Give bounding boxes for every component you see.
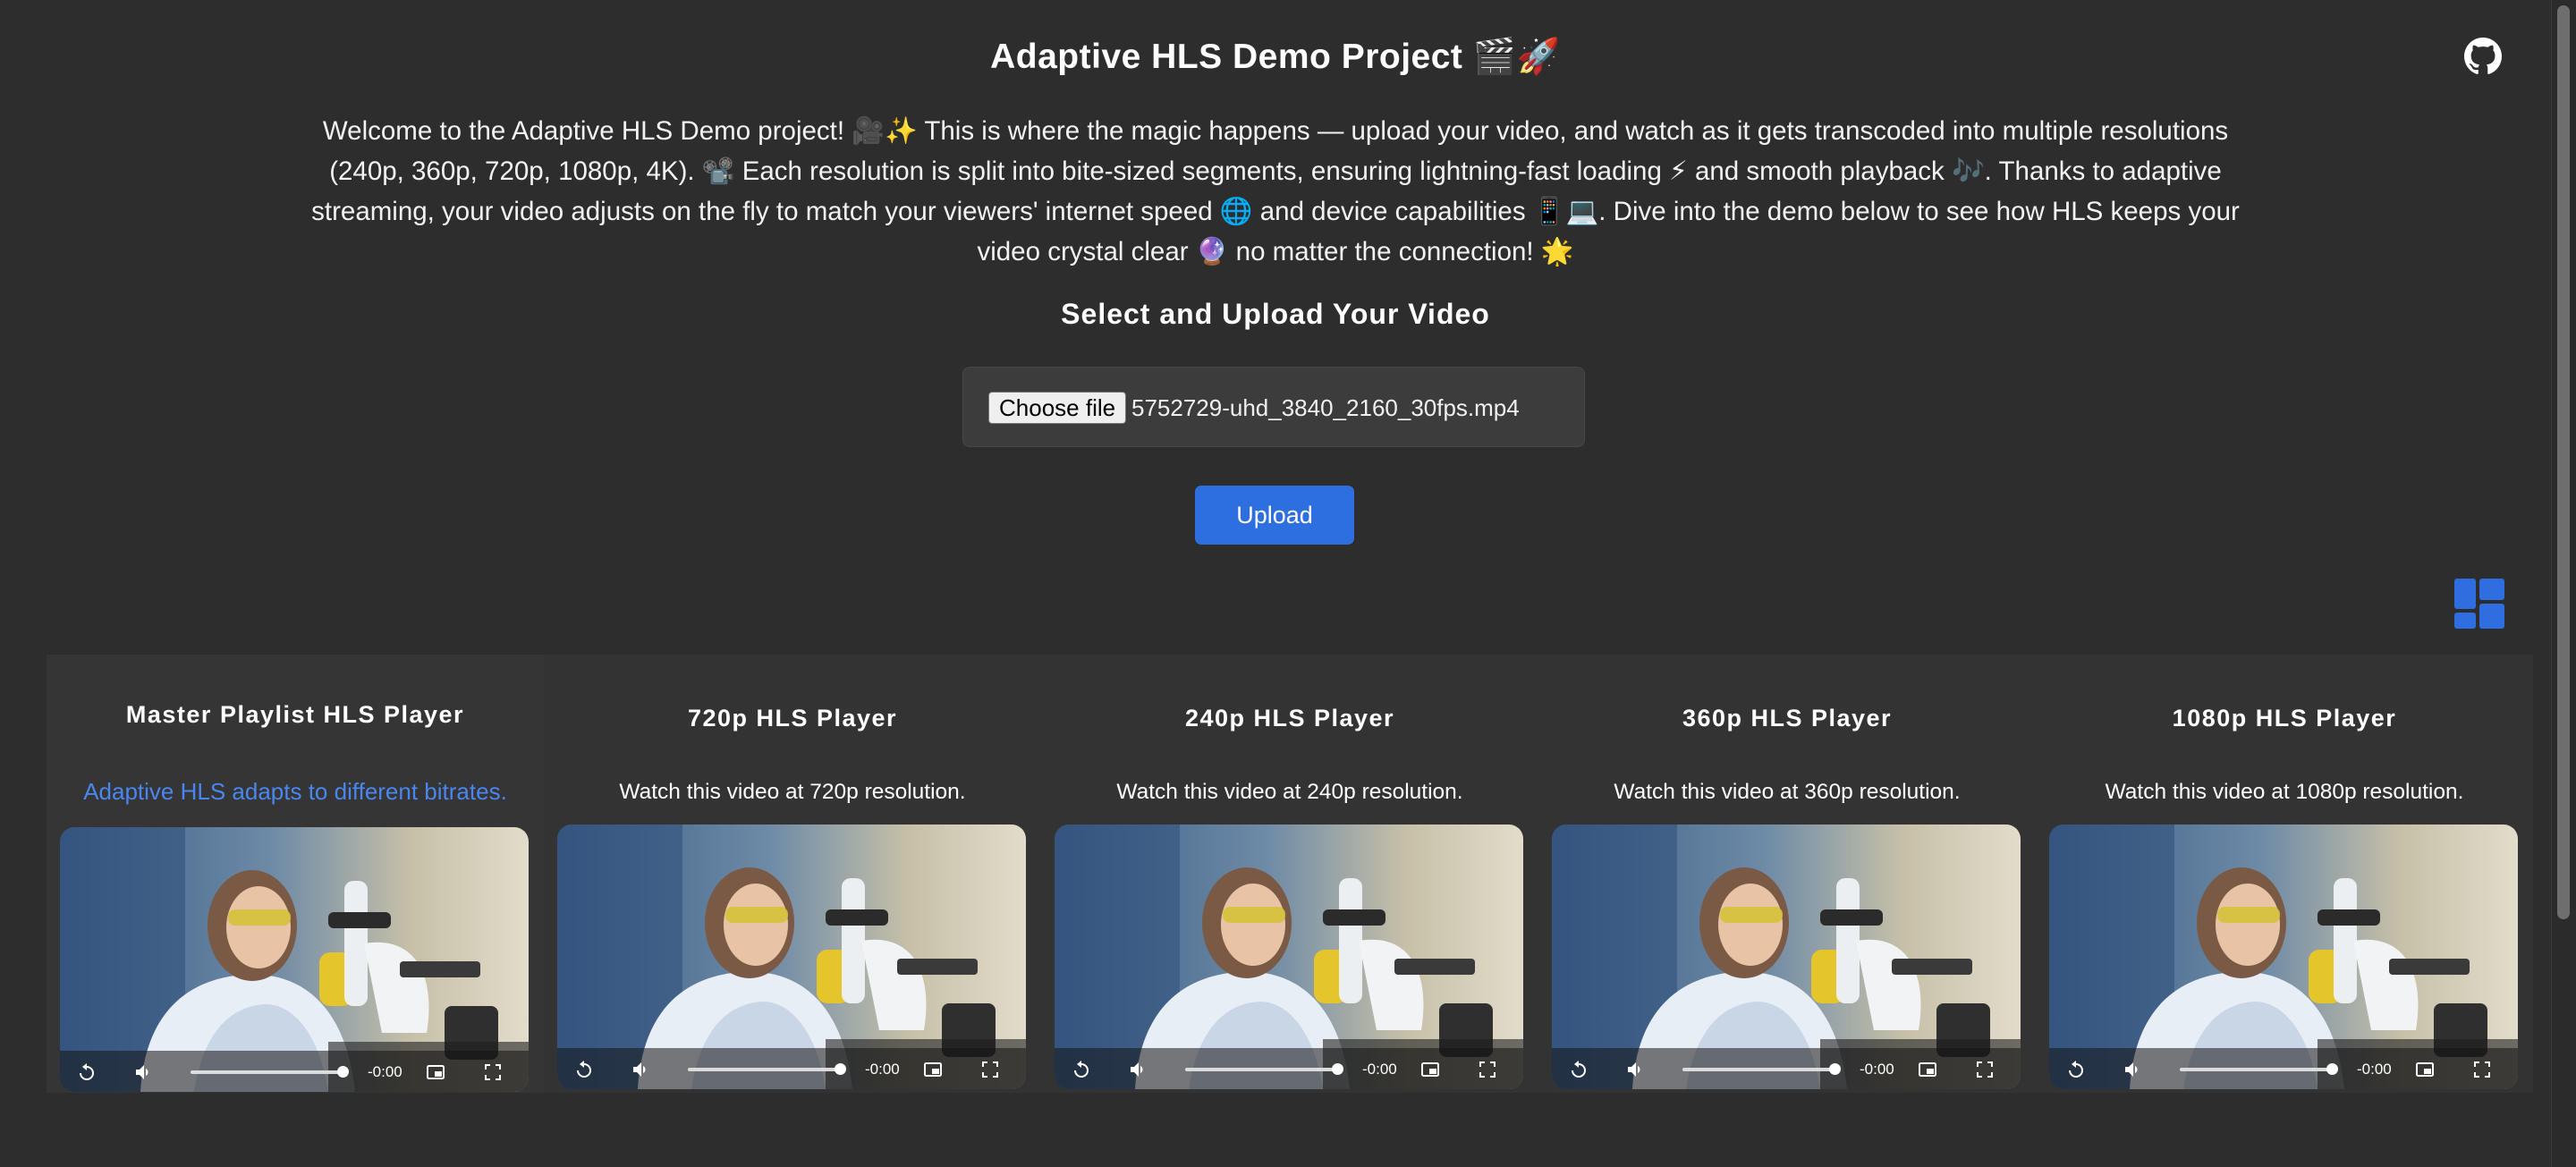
scrollbar[interactable] xyxy=(2551,0,2576,1167)
replay-icon[interactable] xyxy=(1568,1059,1589,1080)
player-panel-5: 1080p HLS Player Watch this video at 108… xyxy=(2036,655,2533,1093)
video-controls: -0:00 xyxy=(1552,1048,2021,1089)
progress-bar[interactable] xyxy=(191,1066,349,1078)
progress-knob[interactable] xyxy=(337,1066,349,1078)
upload-heading: Select and Upload Your Video xyxy=(1061,298,1490,330)
replay-icon[interactable] xyxy=(76,1061,97,1083)
time-remaining: -0:00 xyxy=(1860,1061,1894,1078)
volume-icon[interactable] xyxy=(2123,1059,2144,1080)
time-remaining: -0:00 xyxy=(1362,1061,1397,1078)
picture-in-picture-icon[interactable] xyxy=(1419,1059,1441,1080)
file-input[interactable]: Choose file 5752729-uhd_3840_2160_30fps.… xyxy=(962,367,1585,447)
progress-knob[interactable] xyxy=(1829,1063,1841,1075)
progress-knob[interactable] xyxy=(835,1063,846,1075)
progress-bar[interactable] xyxy=(688,1063,846,1075)
progress-knob[interactable] xyxy=(2326,1063,2338,1075)
player-title: 360p HLS Player xyxy=(1682,705,1893,731)
video-player[interactable]: -0:00 xyxy=(60,827,529,1092)
picture-in-picture-icon[interactable] xyxy=(2414,1059,2436,1080)
player-panel-4: 360p HLS Player Watch this video at 360p… xyxy=(1538,655,2036,1093)
player-title: 720p HLS Player xyxy=(687,705,898,731)
video-player[interactable]: -0:00 xyxy=(2049,825,2518,1089)
scrollbar-thumb[interactable] xyxy=(2557,5,2570,919)
player-description: Watch this video at 360p resolution. xyxy=(1614,780,1961,804)
volume-icon[interactable] xyxy=(1128,1059,1149,1080)
intro-paragraph: Welcome to the Adaptive HLS Demo project… xyxy=(311,116,2240,266)
fullscreen-icon[interactable] xyxy=(1974,1059,1996,1080)
video-player[interactable]: -0:00 xyxy=(1055,825,1523,1089)
player-panel-1: Master Playlist HLS Player Adaptive HLS … xyxy=(47,655,544,1093)
video-player[interactable]: -0:00 xyxy=(1552,825,2021,1089)
volume-icon[interactable] xyxy=(1625,1059,1647,1080)
player-panel-2: 720p HLS Player Watch this video at 720p… xyxy=(544,655,1041,1093)
fullscreen-icon[interactable] xyxy=(2471,1059,2493,1080)
replay-icon[interactable] xyxy=(573,1059,595,1080)
video-controls: -0:00 xyxy=(2049,1048,2518,1089)
replay-icon[interactable] xyxy=(2065,1059,2087,1080)
player-description: Adaptive HLS adapts to different bitrate… xyxy=(83,778,507,805)
time-remaining: -0:00 xyxy=(368,1063,402,1080)
fullscreen-icon[interactable] xyxy=(482,1061,504,1083)
picture-in-picture-icon[interactable] xyxy=(1917,1059,1938,1080)
volume-icon[interactable] xyxy=(133,1061,155,1083)
video-player[interactable]: -0:00 xyxy=(557,825,1026,1089)
picture-in-picture-icon[interactable] xyxy=(922,1059,944,1080)
player-description: Watch this video at 240p resolution. xyxy=(1116,780,1463,804)
progress-bar[interactable] xyxy=(1682,1063,1841,1075)
player-title: 240p HLS Player xyxy=(1184,705,1395,731)
replay-icon[interactable] xyxy=(1071,1059,1092,1080)
selected-file-name: 5752729-uhd_3840_2160_30fps.mp4 xyxy=(1131,394,1520,421)
choose-file-button[interactable]: Choose file xyxy=(988,392,1127,424)
volume-icon[interactable] xyxy=(631,1059,652,1080)
progress-bar[interactable] xyxy=(1185,1063,1343,1075)
progress-bar[interactable] xyxy=(2180,1063,2338,1075)
upload-button[interactable]: Upload xyxy=(1195,486,1354,545)
time-remaining: -0:00 xyxy=(865,1061,900,1078)
player-description: Watch this video at 720p resolution. xyxy=(619,780,966,804)
github-icon[interactable] xyxy=(2464,38,2502,75)
players-grid: Master Playlist HLS Player Adaptive HLS … xyxy=(47,655,2533,1093)
player-panel-3: 240p HLS Player Watch this video at 240p… xyxy=(1041,655,1538,1093)
page: Adaptive HLS Demo Project 🎬🚀 Welcome to … xyxy=(0,0,2551,1167)
video-controls: -0:00 xyxy=(60,1051,529,1092)
player-title: Master Playlist HLS Player xyxy=(125,701,465,728)
time-remaining: -0:00 xyxy=(2357,1061,2392,1078)
fullscreen-icon[interactable] xyxy=(1477,1059,1498,1080)
player-description: Watch this video at 1080p resolution. xyxy=(2105,780,2464,804)
player-title: 1080p HLS Player xyxy=(2172,705,2397,731)
video-controls: -0:00 xyxy=(557,1048,1026,1089)
fullscreen-icon[interactable] xyxy=(979,1059,1001,1080)
picture-in-picture-icon[interactable] xyxy=(425,1061,446,1083)
page-title: Adaptive HLS Demo Project 🎬🚀 xyxy=(990,38,1561,76)
grid-layout-icon[interactable] xyxy=(2454,579,2504,629)
progress-knob[interactable] xyxy=(1332,1063,1343,1075)
video-controls: -0:00 xyxy=(1055,1048,1523,1089)
